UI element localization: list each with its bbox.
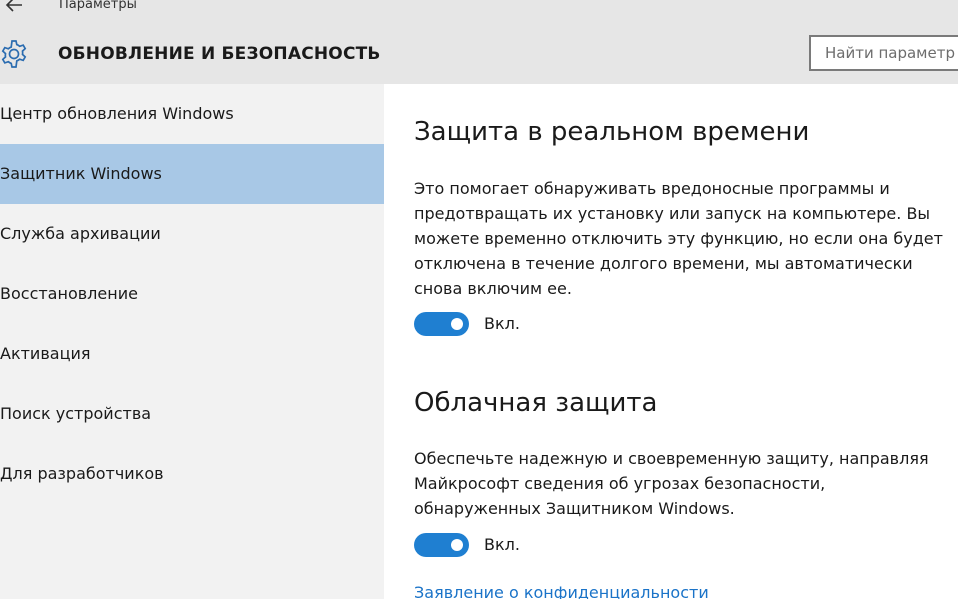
arrow-left-icon [5, 0, 22, 12]
window-title: Параметры [59, 0, 137, 12]
sidebar-item-recovery[interactable]: Восстановление [0, 264, 384, 324]
realtime-protection-description: Это помогает обнаруживать вредоносные пр… [414, 179, 943, 298]
toggle-knob [451, 318, 463, 330]
privacy-statement-link[interactable]: Заявление о конфиденциальности [414, 582, 709, 599]
toggle-knob [451, 539, 463, 551]
header-bar: Параметры ОБНОВЛЕНИЕ И БЕЗОПАСНОСТЬ [0, 0, 958, 84]
sidebar-item-windows-defender[interactable]: Защитник Windows [0, 144, 384, 204]
cloud-protection-title: Облачная защита [414, 388, 658, 418]
settings-window: Параметры ОБНОВЛЕНИЕ И БЕЗОПАСНОСТЬ Цент… [0, 0, 958, 599]
realtime-protection-toggle[interactable] [414, 312, 469, 336]
realtime-protection-title: Защита в реальном времени [414, 117, 810, 147]
back-button[interactable] [0, 0, 30, 16]
cloud-protection-description: Обеспечьте надежную и своевременную защи… [414, 449, 929, 518]
page-title: ОБНОВЛЕНИЕ И БЕЗОПАСНОСТЬ [58, 44, 381, 64]
sidebar-item-windows-update[interactable]: Центр обновления Windows [0, 84, 384, 144]
realtime-protection-toggle-label: Вкл. [484, 314, 520, 333]
sidebar-item-find-device[interactable]: Поиск устройства [0, 384, 384, 444]
main-content: Защита в реальном времени Это помогает о… [384, 84, 958, 599]
sidebar-item-backup[interactable]: Служба архивации [0, 204, 384, 264]
sidebar-item-developers[interactable]: Для разработчиков [0, 444, 384, 504]
search-input[interactable] [809, 35, 958, 71]
gear-icon [1, 40, 27, 68]
sidebar: Центр обновления Windows Защитник Window… [0, 84, 384, 599]
sidebar-item-activation[interactable]: Активация [0, 324, 384, 384]
cloud-protection-toggle-label: Вкл. [484, 535, 520, 554]
cloud-protection-toggle[interactable] [414, 533, 469, 557]
